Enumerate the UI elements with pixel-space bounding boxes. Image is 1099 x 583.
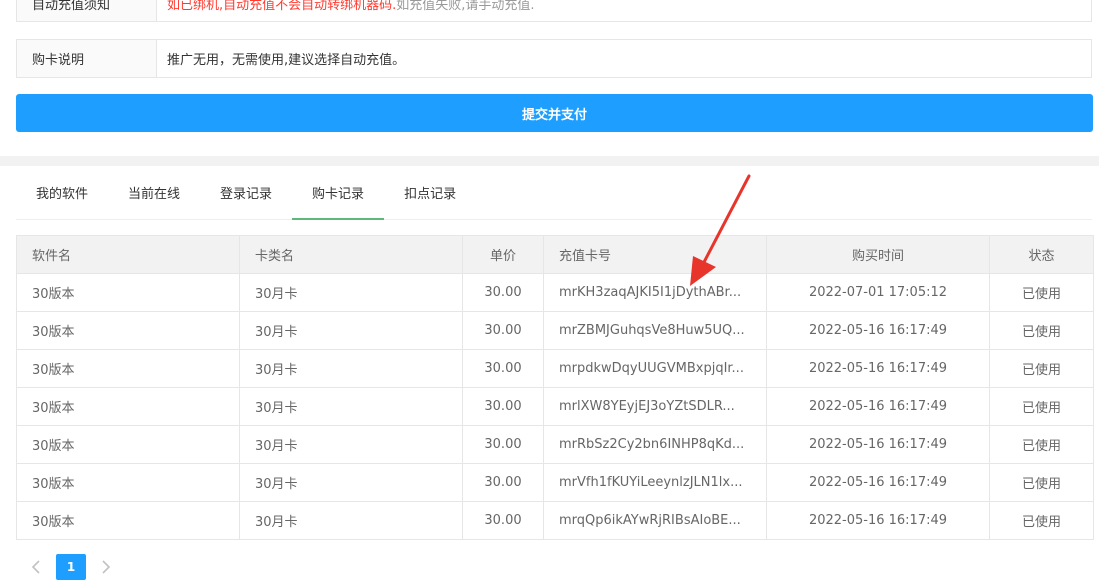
cell-card-number: mrlXW8YEyjEJ3oYZtSDLR... bbox=[543, 387, 767, 426]
column-header-card-number: 充值卡号 bbox=[543, 235, 767, 274]
column-header-purchase-time: 购买时间 bbox=[766, 235, 990, 274]
tab-point-deduction-records[interactable]: 扣点记录 bbox=[384, 166, 476, 219]
tab-login-records[interactable]: 登录记录 bbox=[200, 166, 292, 219]
column-header-card-type: 卡类名 bbox=[239, 235, 463, 274]
description-value: 推广无用，无需使用,建议选择自动充值。 bbox=[167, 53, 406, 68]
card-description-row: 购卡说明 推广无用，无需使用,建议选择自动充值。 bbox=[16, 39, 1092, 78]
table-row: 30版本 30月卡 30.00 mrKH3zaqAJKI5I1jDythABr.… bbox=[16, 273, 1094, 312]
cell-card-type: 30月卡 bbox=[239, 273, 463, 312]
column-header-price: 单价 bbox=[462, 235, 544, 274]
cell-status: 已使用 bbox=[989, 387, 1094, 426]
cell-card-number: mrZBMJGuhqsVe8Huw5UQ... bbox=[543, 311, 767, 350]
table-row: 30版本 30月卡 30.00 mrqQp6ikAYwRjRIBsAIoBE..… bbox=[16, 501, 1094, 540]
notice-text-gray: 如充值失败,请手动充值. bbox=[396, 0, 535, 13]
table-row: 30版本 30月卡 30.00 mrVfh1fKUYiLeeynlzJLN1lx… bbox=[16, 463, 1094, 502]
cell-purchase-time: 2022-05-16 16:17:49 bbox=[766, 349, 990, 388]
auto-recharge-notice-row: 自动充值须知 如已绑机,自动充值不会自动转绑机器码. 如充值失败,请手动充值. bbox=[16, 0, 1092, 22]
cell-status: 已使用 bbox=[989, 463, 1094, 502]
description-label: 购卡说明 bbox=[17, 40, 157, 77]
cell-software: 30版本 bbox=[16, 273, 240, 312]
column-header-software: 软件名 bbox=[16, 235, 240, 274]
cell-status: 已使用 bbox=[989, 501, 1094, 540]
cell-software: 30版本 bbox=[16, 425, 240, 464]
column-header-status: 状态 bbox=[989, 235, 1094, 274]
table-row: 30版本 30月卡 30.00 mrZBMJGuhqsVe8Huw5UQ... … bbox=[16, 311, 1094, 350]
table-row: 30版本 30月卡 30.00 mrRbSz2Cy2bn6INHP8qKd...… bbox=[16, 425, 1094, 464]
cell-price: 30.00 bbox=[462, 425, 544, 464]
cell-status: 已使用 bbox=[989, 311, 1094, 350]
cell-price: 30.00 bbox=[462, 463, 544, 502]
cell-card-type: 30月卡 bbox=[239, 387, 463, 426]
submit-and-pay-button[interactable]: 提交并支付 bbox=[16, 94, 1093, 132]
cell-card-type: 30月卡 bbox=[239, 349, 463, 388]
chevron-left-icon[interactable] bbox=[24, 553, 48, 581]
cell-card-number: mrpdkwDqyUUGVMBxpjqIr... bbox=[543, 349, 767, 388]
tab-my-software[interactable]: 我的软件 bbox=[16, 166, 108, 219]
pagination: 1 bbox=[24, 553, 118, 581]
cell-software: 30版本 bbox=[16, 501, 240, 540]
cell-card-number: mrRbSz2Cy2bn6INHP8qKd... bbox=[543, 425, 767, 464]
cell-price: 30.00 bbox=[462, 349, 544, 388]
records-card: 我的软件 当前在线 登录记录 购卡记录 扣点记录 软件名 卡类名 单价 充值卡号… bbox=[0, 166, 1099, 583]
cell-status: 已使用 bbox=[989, 349, 1094, 388]
cell-card-number: mrKH3zaqAJKI5I1jDythABr... bbox=[543, 273, 767, 312]
cell-purchase-time: 2022-07-01 17:05:12 bbox=[766, 273, 990, 312]
tab-card-purchase-records[interactable]: 购卡记录 bbox=[292, 166, 385, 220]
page-button-current[interactable]: 1 bbox=[56, 554, 86, 580]
cell-software: 30版本 bbox=[16, 349, 240, 388]
cell-purchase-time: 2022-05-16 16:17:49 bbox=[766, 463, 990, 502]
cell-card-type: 30月卡 bbox=[239, 501, 463, 540]
purchase-form-card: 自动充值须知 如已绑机,自动充值不会自动转绑机器码. 如充值失败,请手动充值. … bbox=[0, 0, 1099, 156]
cell-price: 30.00 bbox=[462, 501, 544, 540]
notice-text-red: 如已绑机,自动充值不会自动转绑机器码. bbox=[167, 0, 397, 13]
cell-price: 30.00 bbox=[462, 311, 544, 350]
cell-card-number: mrqQp6ikAYwRjRIBsAIoBE... bbox=[543, 501, 767, 540]
cell-purchase-time: 2022-05-16 16:17:49 bbox=[766, 501, 990, 540]
cell-price: 30.00 bbox=[462, 387, 544, 426]
notice-label: 自动充值须知 bbox=[17, 0, 157, 21]
cell-purchase-time: 2022-05-16 16:17:49 bbox=[766, 387, 990, 426]
cell-software: 30版本 bbox=[16, 311, 240, 350]
records-tabs: 我的软件 当前在线 登录记录 购卡记录 扣点记录 bbox=[16, 166, 1092, 220]
cell-card-number: mrVfh1fKUYiLeeynlzJLN1lx... bbox=[543, 463, 767, 502]
cell-software: 30版本 bbox=[16, 387, 240, 426]
table-row: 30版本 30月卡 30.00 mrpdkwDqyUUGVMBxpjqIr...… bbox=[16, 349, 1094, 388]
cell-purchase-time: 2022-05-16 16:17:49 bbox=[766, 425, 990, 464]
table-header-row: 软件名 卡类名 单价 充值卡号 购买时间 状态 bbox=[16, 235, 1094, 274]
cell-software: 30版本 bbox=[16, 463, 240, 502]
cell-price: 30.00 bbox=[462, 273, 544, 312]
tab-online-now[interactable]: 当前在线 bbox=[108, 166, 200, 219]
cell-card-type: 30月卡 bbox=[239, 311, 463, 350]
cell-card-type: 30月卡 bbox=[239, 463, 463, 502]
cell-card-type: 30月卡 bbox=[239, 425, 463, 464]
cell-purchase-time: 2022-05-16 16:17:49 bbox=[766, 311, 990, 350]
chevron-right-icon[interactable] bbox=[94, 553, 118, 581]
notice-value: 如已绑机,自动充值不会自动转绑机器码. 如充值失败,请手动充值. bbox=[157, 0, 535, 21]
cell-status: 已使用 bbox=[989, 425, 1094, 464]
cell-status: 已使用 bbox=[989, 273, 1094, 312]
table-row: 30版本 30月卡 30.00 mrlXW8YEyjEJ3oYZtSDLR...… bbox=[16, 387, 1094, 426]
purchase-records-table: 软件名 卡类名 单价 充值卡号 购买时间 状态 30版本 30月卡 30.00 … bbox=[16, 235, 1094, 540]
